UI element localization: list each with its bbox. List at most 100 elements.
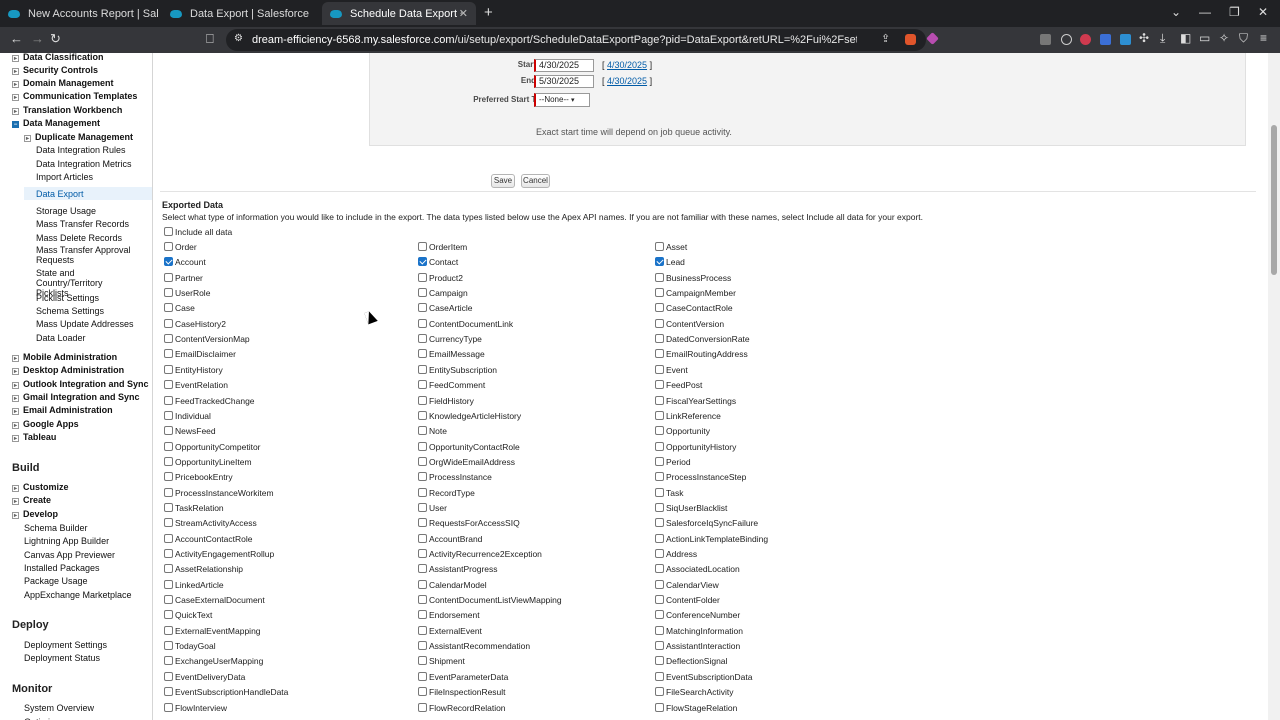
checkbox-event[interactable] — [655, 364, 664, 374]
checkbox-activityrecurrence2exception[interactable] — [418, 549, 427, 558]
sidebar-item-mobile-administration[interactable]: ▸ Mobile Administration — [12, 352, 117, 362]
checkbox-label-userrole[interactable]: UserRole — [175, 288, 210, 298]
checkbox-processinstanceworkitem[interactable] — [164, 487, 173, 497]
checkbox-assetrelationship[interactable] — [164, 564, 173, 574]
checkbox-todaygoal[interactable] — [164, 641, 173, 651]
dark-mode-icon[interactable] — [1061, 34, 1072, 45]
forward-icon[interactable]: → — [31, 31, 44, 46]
checkbox-label-requestsforaccesssiq[interactable]: RequestsForAccessSIQ — [429, 518, 520, 528]
page-scrollbar[interactable] — [1268, 53, 1280, 720]
checkbox-opportunityhistory[interactable] — [655, 441, 664, 451]
checkbox-label-eventdeliverydata[interactable]: EventDeliveryData — [175, 672, 245, 682]
checkbox-salesforceiqsyncfailure[interactable] — [655, 518, 664, 528]
checkbox-contentversion[interactable] — [655, 318, 664, 328]
checkbox-label-task[interactable]: Task — [666, 488, 683, 498]
checkbox-entitysubscription[interactable] — [418, 364, 427, 374]
sidebar-item-customize[interactable]: ▸ Customize — [12, 482, 69, 492]
checkbox-flowstagerelation[interactable] — [655, 702, 664, 712]
checkbox-assistantrecommendation[interactable] — [418, 641, 427, 651]
sidebar-item-data-classification[interactable]: ▸ Data Classification — [12, 53, 104, 62]
checkbox-label-casecontactrole[interactable]: CaseContactRole — [666, 303, 733, 313]
browser-tab-data-export[interactable]: Data Export | Salesforce — [170, 2, 310, 25]
expand-icon[interactable]: ▸ — [12, 485, 19, 492]
start-date-input[interactable]: 4/30/2025 — [534, 59, 594, 72]
checkbox-task[interactable] — [655, 487, 664, 497]
checkbox-processinstancestep[interactable] — [655, 472, 664, 482]
expand-icon[interactable]: ▸ — [12, 355, 19, 362]
checkbox-contentdocumentlink[interactable] — [418, 318, 427, 328]
sidebar-item-translation-workbench[interactable]: ▸ Translation Workbench — [12, 105, 122, 115]
checkbox-label-newsfeed[interactable]: NewsFeed — [175, 426, 216, 436]
checkbox-label-activityrecurrence2exception[interactable]: ActivityRecurrence2Exception — [429, 549, 542, 559]
checkbox-contentdocumentlistviewmapping[interactable] — [418, 595, 427, 605]
sidebar-item-data-management[interactable]: − Data Management — [12, 118, 100, 128]
extension-icon-2[interactable] — [1080, 34, 1091, 45]
checkbox-businessprocess[interactable] — [655, 272, 664, 282]
sidebar-item-security-controls[interactable]: ▸ Security Controls — [12, 65, 98, 75]
checkbox-campaignmember[interactable] — [655, 288, 664, 298]
sidebar-item-tableau[interactable]: ▸ Tableau — [12, 432, 56, 442]
sidebar-item-deployment-status[interactable]: Deployment Status — [24, 653, 100, 663]
checkbox-pricebookentry[interactable] — [164, 472, 173, 482]
checkbox-requestsforaccesssiq[interactable] — [418, 518, 427, 528]
back-icon[interactable]: ← — [10, 31, 23, 46]
sidebar-item-data-export[interactable]: Data Export — [36, 189, 84, 199]
share-icon[interactable]: ⇪ — [881, 32, 890, 45]
leo-ai-icon[interactable]: ✧ — [1219, 31, 1229, 45]
sidebar-item-email-administration[interactable]: ▸ Email Administration — [12, 405, 113, 415]
checkbox-label-businessprocess[interactable]: BusinessProcess — [666, 273, 731, 283]
checkbox-label-account[interactable]: Account — [175, 257, 206, 267]
checkbox-label-conferencenumber[interactable]: ConferenceNumber — [666, 610, 740, 620]
preferred-start-time-select[interactable]: --None-- ▾ — [534, 93, 590, 107]
checkbox-label-accountbrand[interactable]: AccountBrand — [429, 534, 482, 544]
expand-icon[interactable]: ▸ — [12, 94, 19, 101]
expand-icon[interactable]: ▸ — [12, 55, 19, 62]
sidebar-item-schema-settings[interactable]: Schema Settings — [36, 306, 104, 316]
sidebar-item-desktop-administration[interactable]: ▸ Desktop Administration — [12, 365, 124, 375]
checkbox-label-streamactivityaccess[interactable]: StreamActivityAccess — [175, 518, 257, 528]
checkbox-label-partner[interactable]: Partner — [175, 273, 203, 283]
sidebar-item-mass-update-addresses[interactable]: Mass Update Addresses — [36, 319, 134, 329]
checkbox-account[interactable] — [164, 257, 173, 267]
sidebar-toggle-icon[interactable]: ◧ — [1180, 31, 1191, 45]
tab-search-icon[interactable]: ⌄ — [1171, 5, 1181, 19]
site-info-icon[interactable]: ⚙ — [234, 33, 243, 44]
expand-icon[interactable]: ▸ — [12, 512, 19, 519]
checkbox-label-orderitem[interactable]: OrderItem — [429, 242, 467, 252]
expand-icon[interactable]: ▸ — [12, 382, 19, 389]
sidebar-item-google-apps[interactable]: ▸ Google Apps — [12, 419, 79, 429]
checkbox-calendarmodel[interactable] — [418, 579, 427, 589]
new-tab-icon[interactable]: + — [484, 4, 493, 21]
checkbox-externaleventmapping[interactable] — [164, 625, 173, 635]
checkbox-note[interactable] — [418, 426, 427, 436]
checkbox-label-assetrelationship[interactable]: AssetRelationship — [175, 564, 243, 574]
checkbox-orgwideemailaddress[interactable] — [418, 456, 427, 466]
checkbox-eventsubscriptionhandledata[interactable] — [164, 687, 173, 697]
checkbox-label-fiscalyearsettings[interactable]: FiscalYearSettings — [666, 396, 736, 406]
checkbox-label-contentversion[interactable]: ContentVersion — [666, 319, 724, 329]
sidebar-item-create[interactable]: ▸ Create — [12, 495, 51, 505]
checkbox-period[interactable] — [655, 456, 664, 466]
checkbox-label-caseexternaldocument[interactable]: CaseExternalDocument — [175, 595, 265, 605]
checkbox-label-opportunitycompetitor[interactable]: OpportunityCompetitor — [175, 442, 261, 452]
checkbox-shipment[interactable] — [418, 656, 427, 666]
brave-shields-icon[interactable] — [905, 34, 916, 45]
checkbox-feedpost[interactable] — [655, 380, 664, 390]
checkbox-processinstance[interactable] — [418, 472, 427, 482]
checkbox-taskrelation[interactable] — [164, 502, 173, 512]
sidebar-item-mass-delete-records[interactable]: Mass Delete Records — [36, 233, 122, 243]
checkbox-label-flowrecordrelation[interactable]: FlowRecordRelation — [429, 703, 506, 713]
expand-icon[interactable]: ▸ — [12, 422, 19, 429]
extension-icon-1[interactable] — [1040, 34, 1051, 45]
checkbox-datedconversionrate[interactable] — [655, 334, 664, 344]
checkbox-label-assistantprogress[interactable]: AssistantProgress — [429, 564, 498, 574]
checkbox-label-note[interactable]: Note — [429, 426, 447, 436]
expand-icon[interactable]: ▸ — [12, 498, 19, 505]
checkbox-eventparameterdata[interactable] — [418, 671, 427, 681]
checkbox-opportunitycontactrole[interactable] — [418, 441, 427, 451]
sidebar-item-communication-templates[interactable]: ▸ Communication Templates — [12, 91, 137, 101]
checkbox-label-salesforceiqsyncfailure[interactable]: SalesforceIqSyncFailure — [666, 518, 758, 528]
checkbox-product2[interactable] — [418, 272, 427, 282]
checkbox-label-endorsement[interactable]: Endorsement — [429, 610, 480, 620]
checkbox-label-eventrelation[interactable]: EventRelation — [175, 380, 228, 390]
